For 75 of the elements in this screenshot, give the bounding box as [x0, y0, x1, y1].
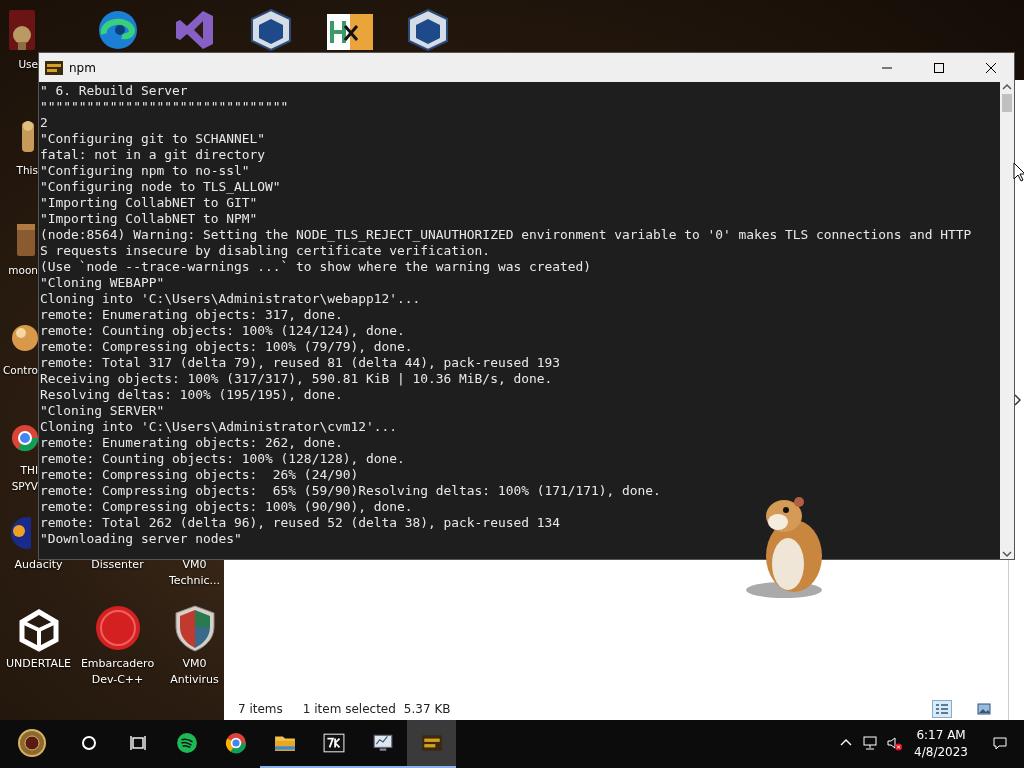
- icon-label: Audacity: [14, 557, 63, 573]
- console-line: 2: [40, 115, 48, 131]
- details-view-button[interactable]: [932, 700, 952, 718]
- network-icon: [862, 735, 879, 751]
- icon-label: UNDERTALE: [6, 656, 71, 672]
- console-line: remote: Compressing objects: 100% (90/90), done.: [40, 499, 413, 515]
- console-line: S requests insecure by disabling certificate verification.: [40, 243, 491, 259]
- status-text: 5.37 KB: [403, 702, 451, 716]
- terminal-icon[interactable]: [420, 732, 443, 754]
- icon-label: Embarcadero Dev-C++: [80, 656, 155, 688]
- console-line: Cloning into 'C:\Users\Administrator\webapp12'...: [40, 291, 421, 307]
- icon-label: This: [16, 163, 38, 178]
- task-view-icon: [129, 735, 146, 751]
- notification-icon: [992, 735, 1008, 751]
- status-text: 1 item selected: [302, 702, 396, 716]
- console-line: "Configuring npm to no-ssl": [40, 163, 250, 179]
- console-line: "Importing CollabNET to GIT": [40, 195, 258, 211]
- scrollbar[interactable]: [1000, 82, 1014, 559]
- icon-label: VM0 Antivirus: [170, 656, 219, 688]
- console-line: (Use `node --trace-warnings ...` to show where the warning was created): [40, 259, 592, 275]
- icon-label: VM0 Technic...: [168, 557, 221, 589]
- status-text: 7 items: [238, 702, 283, 716]
- round-app-icon[interactable]: [175, 732, 198, 754]
- monitor-icon[interactable]: [371, 732, 394, 754]
- console-line: remote: Total 317 (delta 79), reused 81 (delta 44), pack-reused 193: [40, 355, 560, 371]
- console-line: remote: Compressing objects: 65% (59/90)Resolving deltas: 100% (171/171), done.: [40, 483, 661, 499]
- console-line: remote: Enumerating objects: 317, done.: [40, 307, 343, 323]
- window-title: npm: [69, 60, 97, 75]
- icon-label: Contro: [2, 363, 38, 378]
- statue-icon[interactable]: [6, 8, 38, 52]
- console-line: "Downloading server nodes": [40, 531, 242, 547]
- icon-label: moon: [8, 263, 38, 278]
- console-line: remote: Compressing objects: 26% (24/90): [40, 467, 359, 483]
- thumbnail-view-button[interactable]: [974, 700, 994, 718]
- console-line: Cloning into 'C:\Users\Administrator\cvm12'...: [40, 419, 397, 435]
- details-view-icon: [935, 703, 949, 715]
- cube-icon[interactable]: [248, 8, 293, 52]
- disc-icon[interactable]: [93, 604, 142, 652]
- maximize-icon: [933, 61, 945, 74]
- console-line: remote: Enumerating objects: 262, done.: [40, 435, 343, 451]
- icon-label: Dissenter: [91, 557, 144, 573]
- archive-icon[interactable]: [322, 732, 345, 754]
- scroll-up-icon[interactable]: [1002, 82, 1012, 92]
- console-line: (node:8564) Warning: Setting the NODE_TLS_REJECT_UNAUTHORIZED environment variable to '0' makes TLS connections and HTTP: [40, 227, 972, 243]
- taskbar-button[interactable]: [407, 720, 456, 768]
- console-line: "Importing CollabNET to NPM": [40, 211, 258, 227]
- console-line: " 6. Rebuild Server: [40, 83, 188, 99]
- console-line: """""""""""""""""""""""""""""""": [40, 99, 289, 115]
- console-line: Resolving deltas: 100% (195/195), done.: [40, 387, 343, 403]
- search-icon: [80, 735, 97, 751]
- icon-label: Use: [18, 57, 38, 72]
- scroll-down-icon[interactable]: [1002, 549, 1012, 559]
- terminal-icon: [45, 60, 63, 75]
- console-line: remote: Total 262 (delta 96), reused 52 (delta 38), pack-reused 134: [40, 515, 560, 531]
- console-line: "Configuring node to TLS_ALLOW": [40, 179, 281, 195]
- scrollbar-thumb[interactable]: [1002, 94, 1012, 112]
- chevron-right-icon[interactable]: [1013, 394, 1021, 406]
- volume-muted-icon: [886, 735, 903, 751]
- shield-icon[interactable]: [172, 604, 217, 652]
- browser-icon[interactable]: [224, 732, 247, 754]
- start-icon: [18, 729, 46, 757]
- console-line: "Configuring git to SCHANNEL": [40, 131, 266, 147]
- thumbnail-view-icon: [977, 703, 991, 715]
- console-line: fatal: not in a git directory: [40, 147, 266, 163]
- console-line: remote: Counting objects: 100% (128/128), done.: [40, 451, 405, 467]
- console-line: Receiving objects: 100% (317/317), 590.81 KiB | 10.36 MiB/s, done.: [40, 371, 553, 387]
- clock[interactable]: 6:17 AM 4/8/2023: [906, 720, 976, 768]
- icon-label: THI SPYV: [11, 463, 38, 494]
- console-line: remote: Compressing objects: 100% (79/79), done.: [40, 339, 413, 355]
- console-line: remote: Counting objects: 100% (124/124), done.: [40, 323, 405, 339]
- console-line: "Cloning WEBAPP": [40, 275, 165, 291]
- close-icon: [985, 61, 997, 74]
- tile-icon[interactable]: [325, 12, 374, 52]
- cube-icon[interactable]: [405, 8, 450, 52]
- console-line: "Cloning SERVER": [40, 403, 165, 419]
